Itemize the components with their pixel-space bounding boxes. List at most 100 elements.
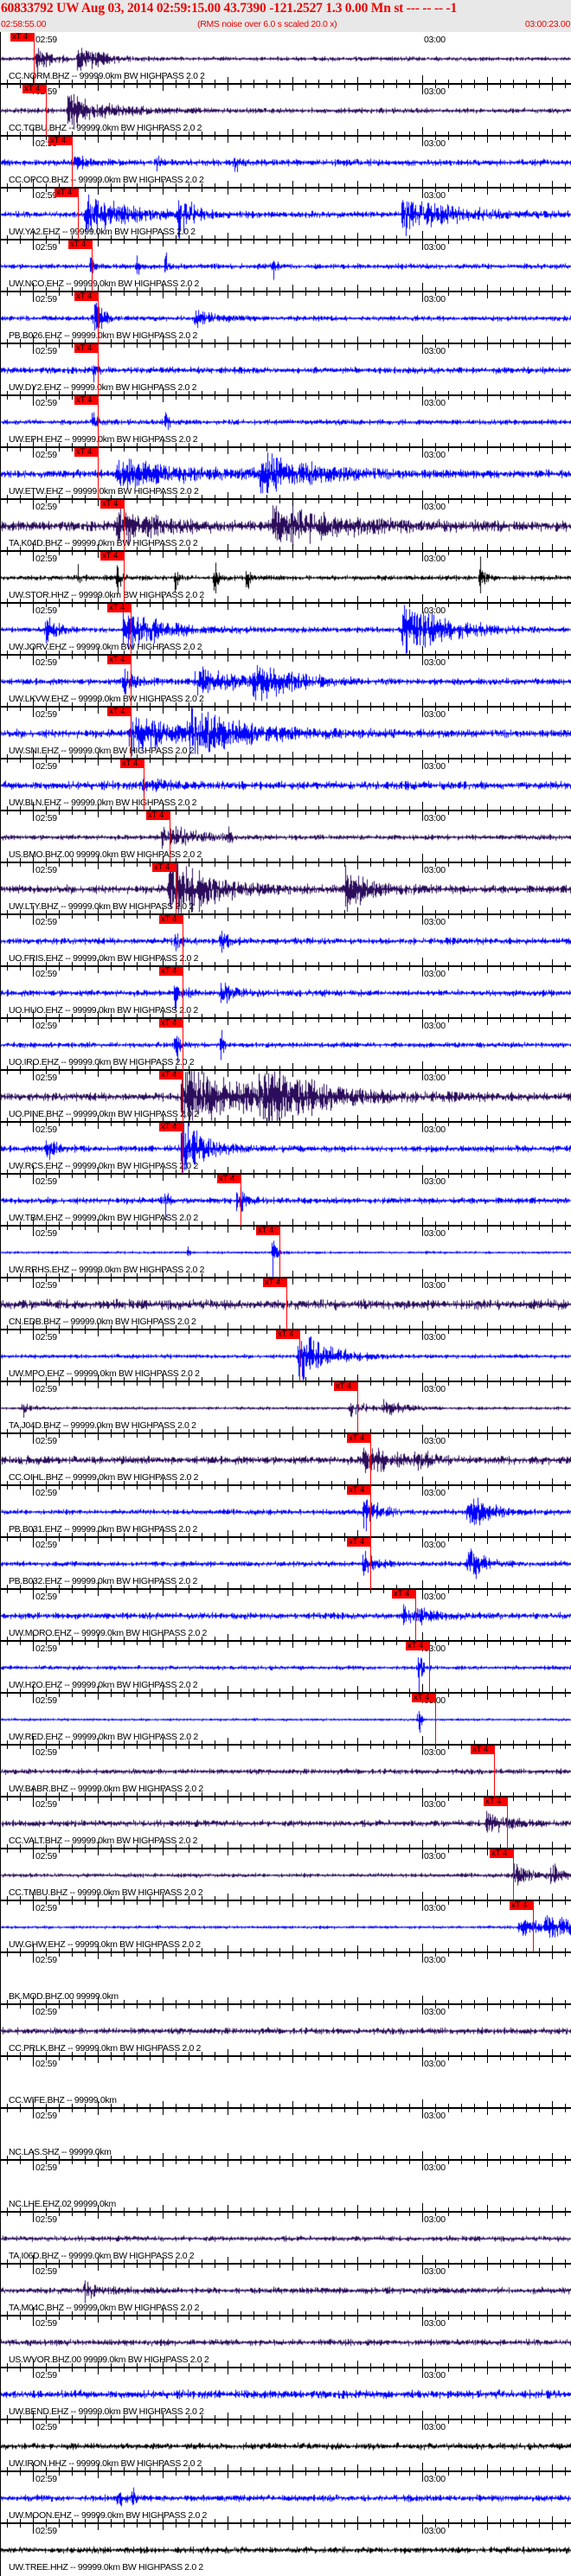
minute-label: 03:00 bbox=[424, 2370, 446, 2381]
pick-marker[interactable]: xT 4 bbox=[120, 759, 144, 768]
pick-line bbox=[435, 1694, 436, 1745]
trace-panel: 02:59 03:00 CC.WIFE.BHZ -- 99999.0km bbox=[0, 2056, 571, 2118]
minute-label: 02:59 bbox=[35, 1747, 57, 1758]
trace-panel: 02:59 03:00 UO.HUO.EHZ -- 99999.0km BW HIG… bbox=[0, 966, 571, 1028]
pick-marker[interactable]: xT 4 bbox=[347, 1434, 370, 1443]
station-label: UW.BABR.BHZ -- 99999.0km BW HIGHPASS 2.0… bbox=[9, 1784, 203, 1794]
pick-marker[interactable]: xT 4 bbox=[152, 863, 176, 872]
trace-panel: 02:59 03:00 PB.B026.EHZ -- 99999.0km BW HI… bbox=[0, 292, 571, 354]
pick-marker[interactable]: xT 4 bbox=[107, 708, 131, 716]
pick-marker[interactable]: xT 4 bbox=[10, 33, 34, 42]
pick-line bbox=[429, 1642, 430, 1693]
pick-marker[interactable]: xT 4 bbox=[159, 1019, 183, 1028]
station-label: UW.YA2.EHZ -- 99999.0km BW HIGHPASS 2.0 … bbox=[9, 227, 196, 237]
pick-marker[interactable]: xT 4 bbox=[347, 1486, 370, 1495]
trace-panel: 02:59 03:00 UW.TBM.EHZ -- 99999.0km BW HIG… bbox=[0, 1174, 571, 1236]
minute-label: 03:00 bbox=[424, 450, 446, 460]
pick-line bbox=[98, 448, 99, 499]
pick-line bbox=[98, 396, 99, 447]
pick-marker[interactable]: xT 4 bbox=[100, 552, 124, 561]
minute-label: 03:00 bbox=[424, 657, 446, 668]
trace-panel: 02:59 03:00 UW.GHW.EHZ -- 99999.0km BW HIG… bbox=[0, 1900, 571, 1963]
pick-marker[interactable]: xT 4 bbox=[159, 1123, 183, 1131]
pick-marker[interactable]: xT 4 bbox=[159, 967, 183, 976]
pick-marker[interactable]: xT 4 bbox=[347, 1538, 370, 1547]
trace-panel: 02:59 03:00 UW.LKVW.EHZ -- 99999.0km BW HI… bbox=[0, 655, 571, 717]
station-label: UO.FRIS.EHZ -- 99999.0km BW HIGHPASS 2.0… bbox=[9, 953, 199, 964]
minute-label: 02:59 bbox=[35, 1125, 57, 1135]
minute-label: 02:59 bbox=[35, 606, 57, 616]
pick-marker[interactable]: xT 4 bbox=[100, 500, 124, 509]
station-label: UW.STOR.HHZ -- 99999.0km BW HIGHPASS 2.0… bbox=[9, 590, 204, 600]
pick-marker[interactable]: xT 4 bbox=[217, 1175, 241, 1183]
minute-label: 03:00 bbox=[424, 606, 446, 616]
minute-label: 03:00 bbox=[424, 1125, 446, 1135]
pick-marker[interactable]: xT 4 bbox=[74, 448, 98, 457]
minute-label: 03:00 bbox=[424, 346, 446, 356]
trace-panel: 02:59 03:00 TA.J04D.BHZ -- 99999.0km BW HI… bbox=[0, 1381, 571, 1444]
pick-marker[interactable]: xT 4 bbox=[48, 137, 72, 145]
pick-marker[interactable]: xT 4 bbox=[22, 85, 46, 93]
minute-label: 03:00 bbox=[424, 398, 446, 408]
pick-marker[interactable]: xT 4 bbox=[406, 1642, 429, 1650]
pick-marker[interactable]: xT 4 bbox=[276, 1330, 299, 1339]
station-label: UW.JORV.EHZ -- 99999.0km BW HIGHPASS 2.0… bbox=[9, 642, 202, 652]
trace-panel: 02:59 03:00 UW.JORV.EHZ -- 99999.0km BW HI… bbox=[0, 603, 571, 665]
trace-panel: 02:59 03:00 PB.B031.EHZ -- 99999.0km BW HI… bbox=[0, 1485, 571, 1548]
minute-label: 02:59 bbox=[35, 1488, 57, 1498]
pick-marker[interactable]: xT 4 bbox=[159, 915, 183, 924]
event-title: 60833792 UW Aug 03, 2014 02:59:15.00 43.… bbox=[1, 1, 458, 16]
minute-label: 03:00 bbox=[424, 1021, 446, 1031]
station-label: UW.RED.EHZ -- 99999.0km BW HIGHPASS 2.0 … bbox=[9, 1732, 198, 1742]
minute-label: 03:00 bbox=[424, 1488, 446, 1498]
pick-marker[interactable]: xT 4 bbox=[146, 811, 170, 820]
trace-panel: 02:59 03:00 UW.LTY.BHZ -- 99999.0km BW HIG… bbox=[0, 862, 571, 925]
station-label: UW.LKVW.EHZ -- 99999.0km BW HIGHPASS 2.0… bbox=[9, 694, 204, 704]
minute-label: 02:59 bbox=[35, 554, 57, 564]
pick-line bbox=[286, 1278, 287, 1330]
minute-label: 02:59 bbox=[35, 1851, 57, 1862]
pick-marker[interactable]: xT 4 bbox=[510, 1901, 533, 1910]
pick-marker[interactable]: xT 4 bbox=[74, 396, 98, 405]
pick-marker[interactable]: xT 4 bbox=[74, 292, 98, 301]
trace-panel: 02:59 03:00 NC.LHE.EHZ.02 99999.0km bbox=[0, 2160, 571, 2222]
station-label: CC.WIFE.BHZ -- 99999.0km bbox=[9, 2095, 117, 2105]
minute-label: 02:59 bbox=[35, 294, 57, 304]
pick-marker[interactable]: xT 4 bbox=[107, 656, 131, 664]
minute-label: 02:59 bbox=[35, 1799, 57, 1810]
pick-marker[interactable]: xT 4 bbox=[334, 1382, 357, 1391]
minute-label: 02:59 bbox=[35, 1332, 57, 1342]
pick-marker[interactable]: xT 4 bbox=[490, 1849, 513, 1858]
station-label: UW.EPH.EHZ -- 99999.0km BW HIGHPASS 2.0 … bbox=[9, 434, 198, 445]
station-label: UW.BEND.EHZ -- 99999.0km BW HIGHPASS 2.0… bbox=[9, 2406, 204, 2417]
pick-marker[interactable]: xT 4 bbox=[159, 1071, 183, 1080]
rms-note: (RMS noise over 6.0 s scaled 20.0 x) bbox=[197, 19, 337, 29]
pick-marker[interactable]: xT 4 bbox=[68, 240, 92, 249]
pick-marker[interactable]: xT 4 bbox=[74, 344, 98, 353]
minute-label: 02:59 bbox=[35, 1280, 57, 1291]
pick-line bbox=[533, 1901, 534, 1952]
trace-panel: 02:59 03:00 CC.PRLK.BHZ -- 99999.0km BW HI… bbox=[0, 2004, 571, 2067]
pick-marker[interactable]: xT 4 bbox=[484, 1797, 507, 1806]
minute-label: 03:00 bbox=[424, 1073, 446, 1083]
minute-label: 03:00 bbox=[424, 2214, 446, 2225]
minute-label: 02:59 bbox=[35, 450, 57, 460]
minute-label: 02:59 bbox=[35, 1592, 57, 1602]
minute-label: 03:00 bbox=[424, 813, 446, 823]
pick-marker[interactable]: xT 4 bbox=[107, 604, 131, 612]
minute-label: 03:00 bbox=[424, 554, 446, 564]
pick-marker[interactable]: xT 4 bbox=[412, 1694, 435, 1702]
pick-marker[interactable]: xT 4 bbox=[55, 189, 78, 197]
pick-marker[interactable]: xT 4 bbox=[471, 1746, 494, 1754]
pick-marker[interactable]: xT 4 bbox=[392, 1590, 415, 1599]
station-label: TA.I06D.BHZ -- 99999.0km BW HIGHPASS 2.0… bbox=[9, 2251, 195, 2261]
trace-panel: 02:59 03:00 UW.YA2.EHZ -- 99999.0km BW HIG… bbox=[0, 188, 571, 250]
trace-panel: 02:59 03:00 UW.NCO.EHZ -- 99999.0km BW HIG… bbox=[0, 240, 571, 302]
minute-label: 02:59 bbox=[35, 813, 57, 823]
minute-label: 03:00 bbox=[424, 138, 446, 149]
trace-panel: 02:59 03:00 UW.SNI.EHZ -- 99999.0km BW HIG… bbox=[0, 707, 571, 769]
pick-marker[interactable]: xT 4 bbox=[256, 1227, 279, 1235]
pick-marker[interactable]: xT 4 bbox=[263, 1278, 286, 1287]
pick-line bbox=[357, 1382, 358, 1433]
station-label: UW.TREE.HHZ -- 99999.0km BW HIGHPASS 2.0… bbox=[9, 2562, 203, 2573]
